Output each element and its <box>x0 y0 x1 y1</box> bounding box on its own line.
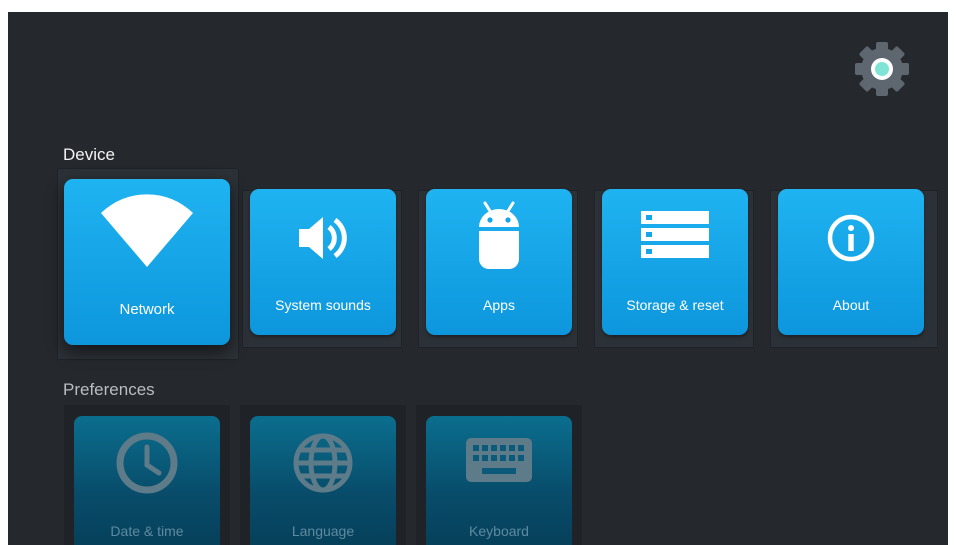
tile-date-time[interactable]: Date & time <box>74 416 220 545</box>
globe-icon <box>293 433 353 493</box>
tile-apps[interactable]: Apps <box>426 189 572 335</box>
storage-icon <box>641 211 709 258</box>
info-icon <box>827 214 875 262</box>
tile-label: Language <box>291 523 355 539</box>
android-icon <box>479 201 519 269</box>
tile-label: Apps <box>483 297 515 313</box>
tile-label: System sounds <box>275 297 371 313</box>
gear-icon[interactable] <box>851 38 913 100</box>
settings-screen: Device Network System sounds Apps Storag… <box>8 12 948 545</box>
clock-icon <box>116 432 178 494</box>
tile-language[interactable]: Language <box>250 416 396 545</box>
speaker-icon <box>299 217 347 259</box>
tile-label: Date & time <box>110 523 184 539</box>
tile-label: Network <box>119 301 175 318</box>
tile-network[interactable]: Network <box>64 179 230 345</box>
tile-label: Keyboard <box>469 523 529 539</box>
tile-storage-reset[interactable]: Storage & reset <box>602 189 748 335</box>
tile-system-sounds[interactable]: System sounds <box>250 189 396 335</box>
tile-about[interactable]: About <box>778 189 924 335</box>
keyboard-icon <box>466 438 532 482</box>
tile-label: About <box>832 297 870 313</box>
wifi-icon <box>101 194 193 267</box>
tile-label: Storage & reset <box>626 297 724 313</box>
section-title-preferences: Preferences <box>63 380 155 399</box>
section-title-device: Device <box>63 145 115 164</box>
tile-keyboard[interactable]: Keyboard <box>426 416 572 545</box>
